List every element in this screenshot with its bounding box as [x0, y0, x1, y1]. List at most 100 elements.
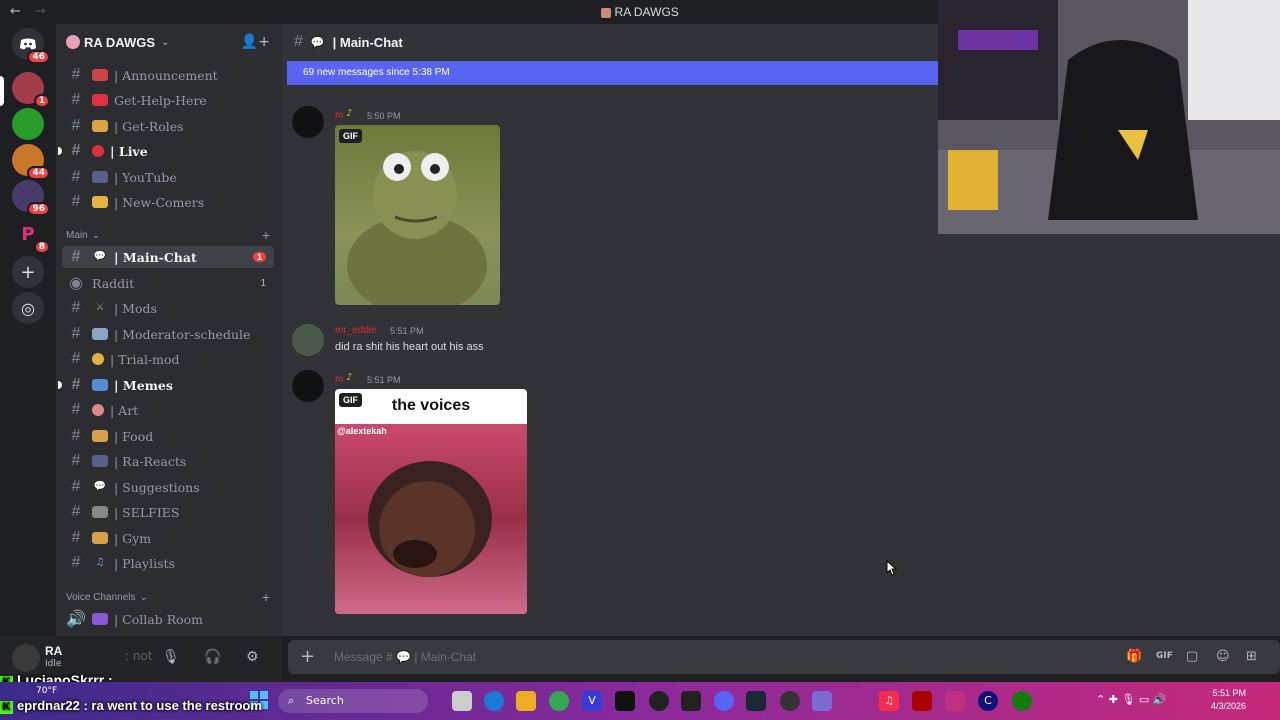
wave-icon	[92, 196, 108, 208]
avatar[interactable]	[292, 370, 324, 402]
message-author[interactable]: m	[335, 110, 343, 121]
channel-announcement[interactable]: # | Announcement	[62, 64, 274, 86]
voice-channel-collab-room[interactable]: 🔊 | Collab Room	[62, 608, 274, 630]
channel-selfies[interactable]: # | SELFIES	[62, 501, 274, 523]
server-icon[interactable]: 96	[12, 180, 50, 216]
channel-memes[interactable]: # | Memes	[58, 374, 274, 396]
emoji-icon[interactable]: ☺	[1216, 649, 1230, 664]
task-view-icon[interactable]	[452, 691, 472, 711]
invite-icon[interactable]: 👤+	[241, 34, 270, 50]
channel-mods[interactable]: # ⚔ | Mods	[62, 297, 274, 319]
chevron-down-icon[interactable]: ⌄	[161, 37, 169, 48]
folder-icon[interactable]	[516, 691, 536, 711]
selected-server-pill	[0, 76, 4, 106]
app-icon[interactable]	[912, 691, 932, 711]
app-v-icon[interactable]: V	[582, 691, 602, 711]
channel-raddit[interactable]: ◉ Raddit 1	[62, 272, 274, 294]
avatar[interactable]	[292, 106, 324, 138]
taskbar-search[interactable]: ⌕ Search	[278, 689, 428, 713]
channel-live[interactable]: # | Live	[58, 140, 274, 162]
sos-icon	[92, 94, 108, 106]
message-timestamp: 5:51 PM	[390, 326, 424, 336]
category-label: Main	[66, 229, 88, 241]
sticker-icon[interactable]: ▢	[1186, 649, 1198, 664]
game-icon	[92, 613, 108, 625]
channel-playlists[interactable]: # ♫ | Playlists	[62, 552, 274, 574]
face-icon	[92, 353, 104, 365]
channel-moderator-schedule[interactable]: # | Moderator-schedule	[62, 323, 274, 345]
hash-icon: #	[71, 478, 81, 495]
channel-suggestions[interactable]: # 💬 | Suggestions	[62, 476, 274, 498]
capcut-icon[interactable]	[615, 691, 635, 711]
app-c-icon[interactable]: C	[978, 691, 998, 711]
message-input[interactable]: Message # 💬 | Main-Chat	[334, 650, 476, 664]
avatar[interactable]	[292, 324, 324, 356]
gear-icon[interactable]: ⚙	[246, 649, 259, 665]
message-author[interactable]: m	[335, 374, 343, 385]
speech-bubble-icon: 💬	[93, 251, 107, 262]
gift-icon[interactable]: 🎁	[1126, 649, 1142, 664]
guild-header[interactable]: RA DAWGS ⌄ 👤+	[56, 24, 282, 60]
steam-icon[interactable]	[746, 691, 766, 711]
hash-icon: #	[71, 248, 81, 265]
channel-gym[interactable]: # | Gym	[62, 527, 274, 549]
channel-youtube[interactable]: # | YouTube	[62, 166, 274, 188]
hash-icon: #	[71, 427, 81, 444]
message-composer[interactable]: + Message # 💬 | Main-Chat 🎁 GIF ▢ ☺ ⊞	[288, 640, 1280, 674]
server-icon[interactable]: P 8	[12, 218, 50, 254]
speech-bubble-icon: 💬	[310, 36, 325, 49]
weather-widget[interactable]: 70°F	[36, 686, 57, 696]
headphones-icon[interactable]: 🎧	[204, 649, 221, 665]
mic-icon[interactable]: 🎙	[162, 649, 180, 665]
music-icon[interactable]: ♫	[879, 691, 899, 711]
message-author[interactable]: mr_eddie	[335, 325, 377, 336]
add-server-icon[interactable]: +	[12, 256, 44, 288]
avatar[interactable]	[12, 644, 40, 672]
channel-get-help[interactable]: # Get-Help-Here	[62, 89, 274, 111]
discover-icon[interactable]: ◎	[12, 292, 44, 324]
gif-video-frame: @alextekah	[335, 424, 527, 614]
gif-attachment[interactable]: the voices @alextekah GIF	[335, 389, 527, 614]
app-icon[interactable]	[780, 691, 800, 711]
chevron-down-icon: ⌄	[139, 591, 148, 603]
gif-attachment[interactable]: GIF	[335, 125, 500, 305]
hash-icon: #	[71, 66, 81, 83]
server-icon[interactable]: 1	[12, 72, 50, 108]
category-main[interactable]: Main ⌄ +	[66, 227, 276, 243]
attach-plus-icon[interactable]: +	[300, 646, 315, 667]
discord-icon[interactable]	[714, 691, 734, 711]
channel-title: | Main-Chat	[332, 34, 403, 50]
category-voice-channels[interactable]: Voice Channels ⌄ +	[66, 589, 276, 605]
chat-overlay-line: Keprdnar22 : ra went to use the restroom	[0, 698, 262, 714]
channel-new-comers[interactable]: # | New-Comers	[62, 191, 274, 213]
app-icon[interactable]	[945, 691, 965, 711]
channel-food[interactable]: # | Food	[62, 425, 274, 447]
channel-main-chat[interactable]: # 💬 | Main-Chat 1	[62, 246, 274, 268]
chrome-icon[interactable]	[549, 691, 569, 711]
apps-icon[interactable]: ⊞	[1246, 649, 1257, 664]
obs-icon[interactable]	[649, 691, 669, 711]
clock[interactable]: 5:51 PM 4/3/2026	[1211, 687, 1246, 713]
xbox-icon[interactable]	[1012, 691, 1032, 711]
add-channel-icon[interactable]: +	[262, 589, 270, 605]
channel-ra-reacts[interactable]: # | Ra-Reacts	[62, 450, 274, 472]
add-channel-icon[interactable]: +	[262, 227, 270, 243]
server-list: 46 1 44 96 P 8 + ◎	[0, 24, 56, 644]
edge-icon[interactable]	[484, 691, 504, 711]
hash-icon: #	[71, 299, 81, 316]
discord-home-icon[interactable]: 46	[12, 28, 50, 64]
runner-icon	[92, 120, 108, 132]
muscle-icon	[92, 532, 108, 544]
controller-icon[interactable]	[812, 691, 832, 711]
gif-picker-icon[interactable]: GIF	[1156, 651, 1173, 661]
tray-icons[interactable]: ⌃ ✚ 🎙 ▭ 🔊	[1096, 693, 1166, 706]
server-icon[interactable]: 44	[12, 144, 50, 180]
epic-games-icon[interactable]	[681, 691, 701, 711]
gif-handle: @alextekah	[337, 426, 387, 436]
forum-icon: ◉	[69, 275, 83, 292]
server-icon[interactable]	[12, 108, 44, 140]
channel-art[interactable]: # | Art	[62, 399, 274, 421]
channel-get-roles[interactable]: # | Get-Roles	[62, 115, 274, 137]
new-messages-bar[interactable]: 69 new messages since 5:38 PM	[287, 61, 938, 85]
channel-trial-mod[interactable]: # | Trial-mod	[62, 348, 274, 370]
